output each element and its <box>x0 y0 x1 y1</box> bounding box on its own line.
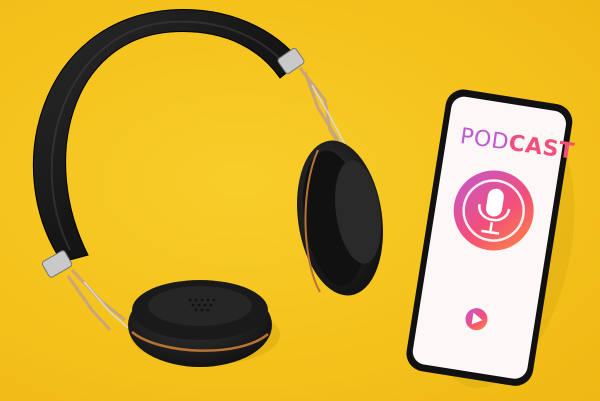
right-earcup <box>297 140 383 296</box>
headband <box>32 9 301 263</box>
photo-scene: PODCAST <box>0 0 600 401</box>
photo-illustration <box>32 9 575 388</box>
left-earcup <box>128 280 272 367</box>
